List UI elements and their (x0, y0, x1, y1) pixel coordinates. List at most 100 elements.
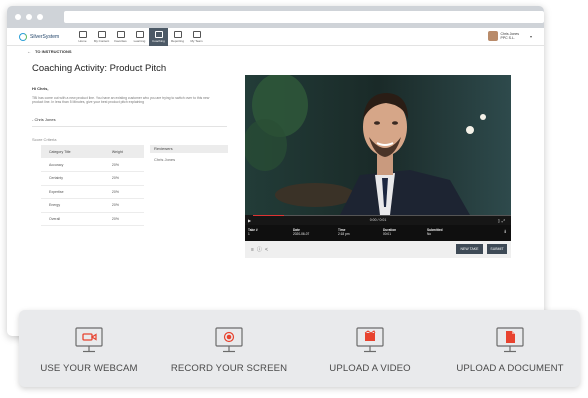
seek-progress (253, 215, 284, 216)
nav-label: My Team (190, 38, 203, 43)
brand-logo[interactable]: SilverSystem (19, 32, 67, 41)
chevron-down-icon[interactable]: ▾ (530, 34, 532, 39)
table-row: Overall 20% (41, 212, 144, 226)
nav-label: Favorites (114, 38, 127, 43)
nav-label: Learning (133, 38, 146, 43)
take-date: Date 2020-06-07 (293, 228, 309, 236)
logo-icon (19, 32, 27, 41)
greeting: Hi Chris, (32, 86, 49, 91)
page-title: Coaching Activity: Product Pitch (32, 63, 167, 74)
take-time: Time 2:18 pm (338, 228, 350, 236)
video-time: 0:00 / 0:01 (369, 218, 387, 222)
take-submitted: Submitted No (427, 228, 443, 236)
window-dot[interactable] (26, 14, 32, 20)
option-upload-video[interactable]: UPLOAD A VIDEO (300, 310, 440, 387)
meta-value: 00:01 (383, 232, 391, 237)
nav-label: Reporting (170, 38, 184, 43)
nav-learning[interactable]: Learning (130, 28, 149, 46)
criteria-category: Expertise (41, 185, 104, 199)
video-player[interactable] (245, 75, 511, 215)
table-header-row: Category Title Weight (41, 145, 144, 158)
option-upload-document[interactable]: UPLOAD A DOCUMENT (440, 310, 580, 387)
main-nav: Home My Content Favorites Learning Coach… (73, 27, 206, 46)
score-criteria-label: Score Criteria (32, 137, 57, 142)
option-label: USE YOUR WEBCAM (40, 363, 138, 374)
column-header: Weight (103, 145, 144, 158)
reviewer-name: Chris Jones (154, 157, 176, 162)
option-webcam[interactable]: USE YOUR WEBCAM (19, 310, 159, 387)
column-header: Category Title (41, 145, 104, 158)
back-arrow-icon[interactable]: ← (27, 49, 31, 54)
upload-video-icon (356, 327, 384, 353)
user-subtitle: PPC S.L. (500, 36, 515, 40)
criteria-weight: 20% (103, 171, 144, 186)
video-frame (245, 75, 511, 215)
back-link[interactable]: TO INSTRUCTIONS (35, 49, 72, 54)
nav-reporting[interactable]: Reporting (168, 28, 187, 46)
score-criteria-table: Category Title Weight Accuracy 20% Certai… (41, 145, 144, 226)
option-record-screen[interactable]: RECORD YOUR SCREEN (159, 310, 299, 387)
address-bar[interactable] (64, 11, 544, 23)
coaching-icon (154, 30, 163, 38)
criteria-category: Certainty (41, 171, 104, 186)
webcam-icon (75, 327, 103, 353)
meta-value: 1 (248, 232, 250, 237)
team-icon (192, 30, 201, 38)
window-dot[interactable] (15, 14, 21, 20)
upload-document-icon (496, 327, 524, 353)
capture-options-panel: USE YOUR WEBCAM RECORD YOUR SCREEN UPLOA… (19, 310, 580, 387)
heart-icon (116, 30, 125, 38)
meta-value: 2:18 pm (338, 232, 350, 237)
bar-chart-icon (173, 30, 182, 38)
table-row: Certainty 20% (41, 171, 144, 186)
take-actions: ≡ⓘ< NEW TAKE SUBMIT (245, 241, 511, 258)
table-row: Expertise 20% (41, 185, 144, 199)
table-row: Accuracy 20% (41, 158, 144, 172)
user-menu[interactable]: Chris Jones PPC S.L. ▾ (487, 31, 532, 41)
nav-label: Coaching (152, 38, 165, 43)
seek-bar[interactable] (253, 215, 511, 216)
app-header: SilverSystem Home My Content Favorites L… (7, 27, 544, 46)
window-dot[interactable] (37, 14, 43, 20)
criteria-category: Accuracy (41, 158, 104, 172)
breadcrumb[interactable]: ← TO INSTRUCTIONS (7, 46, 544, 57)
nav-my-team[interactable]: My Team (187, 28, 206, 46)
table-row: Energy 20% (41, 198, 144, 213)
avatar (487, 31, 498, 41)
take-duration: Duration 00:01 (383, 228, 396, 236)
take-action-icons: ≡ⓘ< (251, 246, 271, 253)
video-controls: ▶ 0:00 / 0:01 ▯⤢ (245, 215, 511, 225)
download-icon[interactable]: ⭳ (504, 229, 506, 237)
meta-value: No (427, 232, 432, 237)
instructions-text: TBI has come out with a new product line… (32, 96, 210, 105)
criteria-weight: 20% (103, 212, 144, 226)
option-label: UPLOAD A VIDEO (329, 363, 411, 374)
option-label: UPLOAD A DOCUMENT (456, 363, 564, 374)
reviewers-header: Reviewers (150, 145, 228, 153)
criteria-weight: 20% (103, 198, 144, 213)
fullscreen-icon[interactable]: ▯⤢ (498, 218, 507, 223)
record-screen-icon (215, 327, 243, 353)
criteria-category: Overall (41, 212, 104, 226)
nav-label: My Content (93, 38, 110, 43)
criteria-category: Energy (41, 198, 104, 213)
option-label: RECORD YOUR SCREEN (170, 363, 288, 374)
divider (32, 126, 227, 127)
new-take-button[interactable]: NEW TAKE (456, 244, 483, 254)
share-icon[interactable]: < (265, 247, 271, 253)
submit-button[interactable]: SUBMIT (487, 244, 507, 254)
play-icon[interactable]: ▶ (248, 218, 251, 223)
nav-my-content[interactable]: My Content (92, 28, 111, 46)
nav-home[interactable]: Home (73, 28, 92, 46)
info-icon[interactable]: ⓘ (257, 247, 265, 253)
take-number: Take #1 (248, 228, 258, 236)
browser-chrome (7, 6, 544, 28)
user-info: Chris Jones PPC S.L. (501, 32, 519, 40)
graduation-cap-icon (135, 30, 144, 38)
meta-value: 2020-06-07 (293, 232, 310, 237)
nav-coaching[interactable]: Coaching (149, 27, 168, 46)
brand-name: SilverSystem (30, 33, 60, 40)
folder-icon (97, 30, 106, 38)
home-icon (78, 30, 87, 38)
nav-favorites[interactable]: Favorites (111, 28, 130, 46)
